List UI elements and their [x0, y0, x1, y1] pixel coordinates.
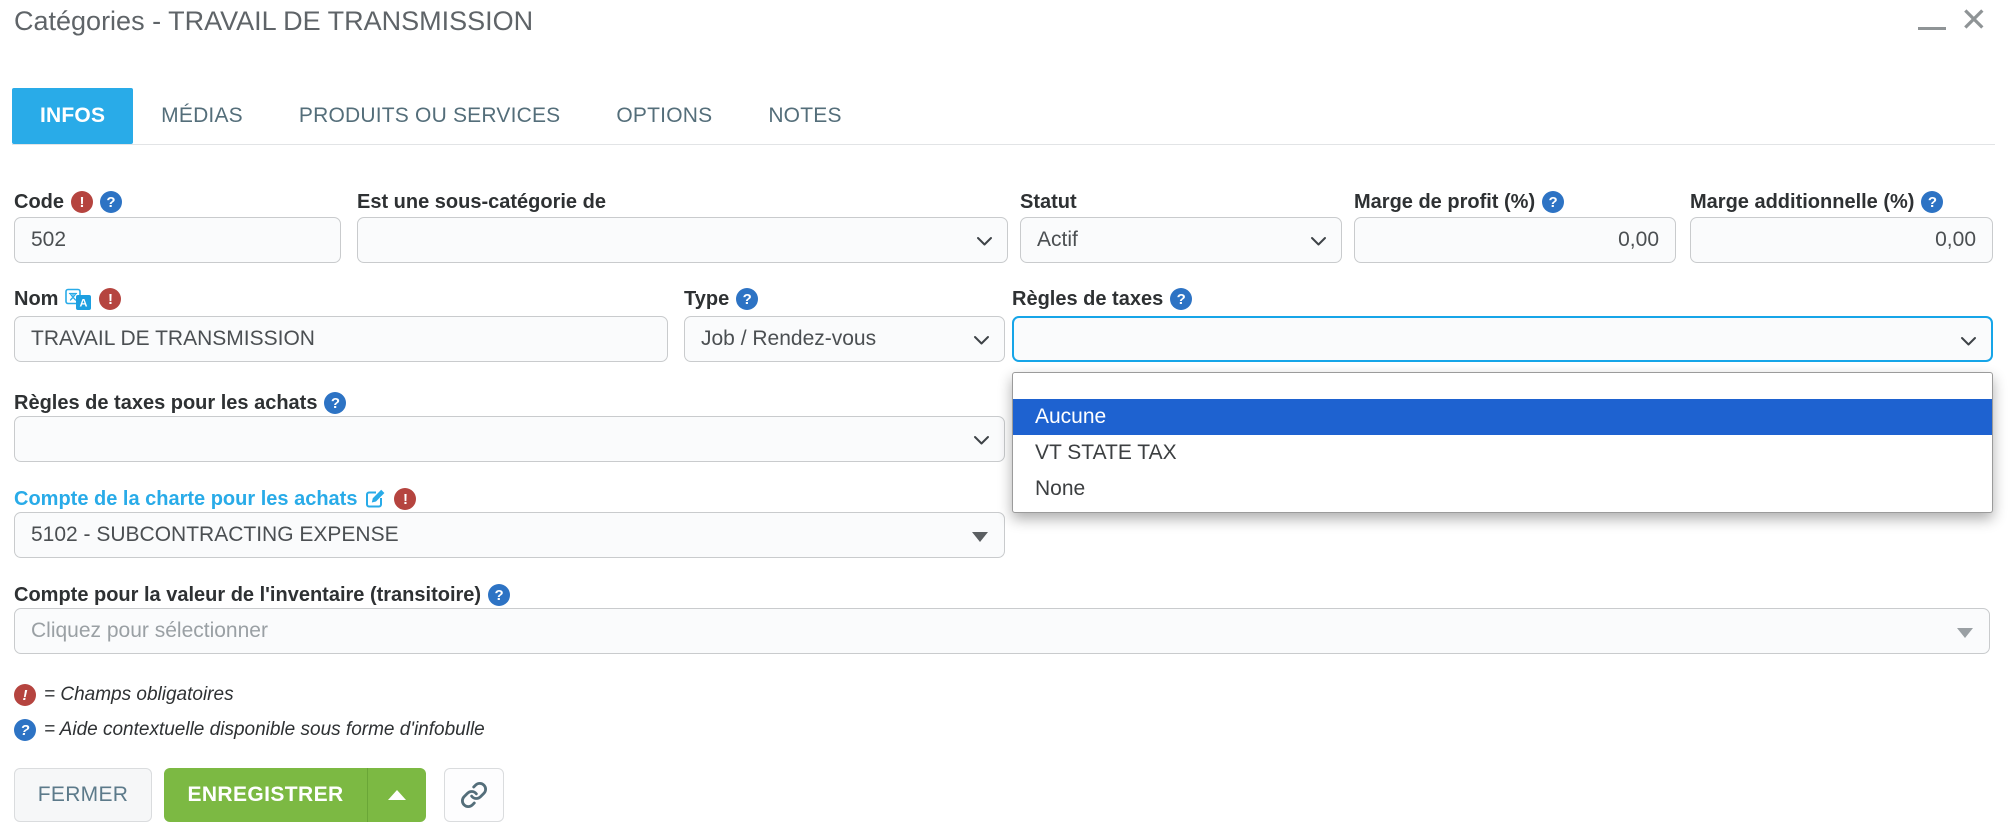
caret-down-icon: [972, 532, 988, 542]
save-options-toggle[interactable]: [368, 768, 426, 822]
enregistrer-button[interactable]: ENREGISTRER: [164, 768, 426, 822]
required-icon: !: [99, 288, 121, 310]
minimize-icon[interactable]: [1918, 27, 1946, 30]
caret-up-icon: [388, 790, 406, 800]
inventory-account-select[interactable]: Cliquez pour sélectionner: [14, 608, 1990, 654]
help-icon[interactable]: ?: [324, 392, 346, 414]
chevron-down-icon: [973, 335, 990, 346]
code-input[interactable]: 502: [14, 217, 341, 263]
link-icon: [460, 781, 488, 809]
purchase-chart-account-select[interactable]: 5102 - SUBCONTRACTING EXPENSE: [14, 512, 1005, 558]
chevron-down-icon: [1310, 236, 1327, 247]
tab-bar: INFOS MÉDIAS PRODUITS OU SERVICES OPTION…: [12, 88, 1995, 145]
page-title: Catégories - TRAVAIL DE TRANSMISSION: [14, 6, 533, 37]
required-icon: !: [394, 488, 416, 510]
tab-options[interactable]: OPTIONS: [588, 88, 740, 144]
type-label: Type ?: [684, 286, 758, 312]
tab-notes[interactable]: NOTES: [740, 88, 869, 144]
tab-infos[interactable]: INFOS: [12, 88, 133, 144]
chevron-down-icon: [1960, 336, 1977, 347]
help-icon[interactable]: ?: [1170, 288, 1192, 310]
caret-down-icon: [1957, 628, 1973, 638]
subcategory-select[interactable]: [357, 217, 1008, 263]
profit-margin-label: Marge de profit (%) ?: [1354, 189, 1564, 215]
legend-required: ! = Champs obligatoires: [14, 684, 234, 706]
tab-produits-ou-services[interactable]: PRODUITS OU SERVICES: [271, 88, 589, 144]
required-icon: !: [14, 684, 36, 706]
svg-text:A: A: [80, 297, 88, 309]
edit-icon[interactable]: [364, 488, 387, 511]
name-input[interactable]: TRAVAIL DE TRANSMISSION: [14, 316, 668, 362]
close-icon[interactable]: ✕: [1960, 0, 1988, 40]
help-icon[interactable]: ?: [1921, 191, 1943, 213]
purchase-tax-rules-select[interactable]: [14, 416, 1005, 462]
translate-icon[interactable]: A: [65, 288, 92, 311]
chevron-down-icon: [976, 236, 993, 247]
help-icon[interactable]: ?: [488, 584, 510, 606]
tax-rules-select[interactable]: [1012, 316, 1993, 362]
tax-rules-label: Règles de taxes ?: [1012, 286, 1192, 312]
copy-link-button[interactable]: [444, 768, 504, 822]
additional-margin-label: Marge additionnelle (%) ?: [1690, 189, 1943, 215]
help-icon[interactable]: ?: [100, 191, 122, 213]
status-label: Statut: [1020, 189, 1077, 215]
help-icon: ?: [14, 719, 36, 741]
dropdown-option-none[interactable]: None: [1013, 471, 1992, 507]
category-edit-window: Catégories - TRAVAIL DE TRANSMISSION ✕ I…: [0, 0, 2009, 831]
help-icon[interactable]: ?: [736, 288, 758, 310]
code-label: Code ! ?: [14, 189, 122, 215]
purchase-chart-account-link[interactable]: Compte de la charte pour les achats !: [14, 486, 416, 512]
dropdown-option-empty[interactable]: [1013, 373, 1992, 399]
status-select[interactable]: Actif: [1020, 217, 1342, 263]
name-label: Nom A !: [14, 286, 121, 312]
type-select[interactable]: Job / Rendez-vous: [684, 316, 1005, 362]
subcategory-label: Est une sous-catégorie de: [357, 189, 606, 215]
tax-rules-dropdown: Aucune VT STATE TAX None: [1012, 372, 1993, 513]
profit-margin-input[interactable]: 0,00: [1354, 217, 1676, 263]
purchase-tax-rules-label: Règles de taxes pour les achats ?: [14, 390, 346, 416]
legend-help: ? = Aide contextuelle disponible sous fo…: [14, 719, 485, 741]
tab-medias[interactable]: MÉDIAS: [133, 88, 271, 144]
additional-margin-input[interactable]: 0,00: [1690, 217, 1993, 263]
dropdown-option-aucune[interactable]: Aucune: [1013, 399, 1992, 435]
required-icon: !: [71, 191, 93, 213]
inventory-account-label: Compte pour la valeur de l'inventaire (t…: [14, 582, 510, 608]
dropdown-option-vt-state-tax[interactable]: VT STATE TAX: [1013, 435, 1992, 471]
fermer-button[interactable]: FERMER: [14, 768, 152, 822]
help-icon[interactable]: ?: [1542, 191, 1564, 213]
chevron-down-icon: [973, 435, 990, 446]
inventory-account-placeholder: Cliquez pour sélectionner: [31, 619, 268, 643]
